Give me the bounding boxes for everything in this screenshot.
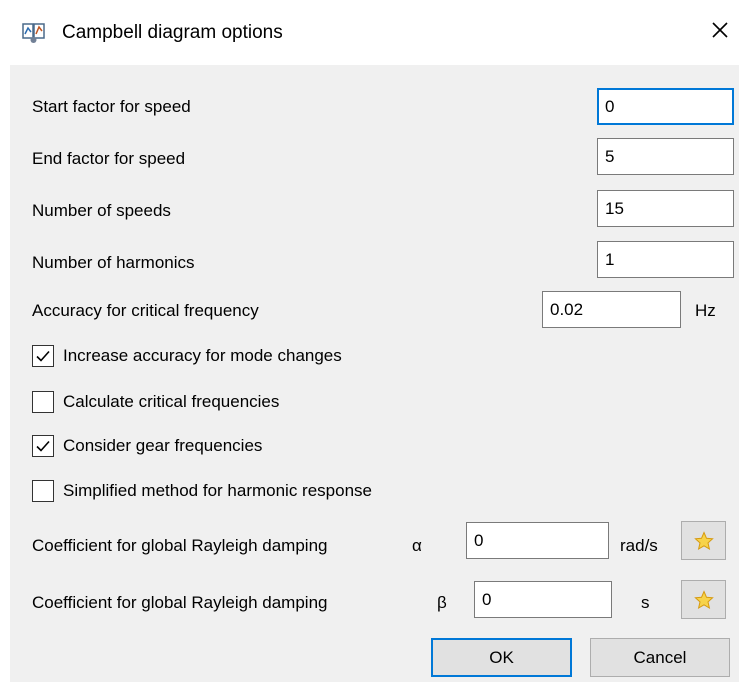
beta-symbol: β [437,593,447,612]
checkmark-icon [36,440,50,452]
damping-alpha-input[interactable] [466,522,609,559]
accuracy-label: Accuracy for critical frequency [32,301,259,320]
accuracy-unit: Hz [695,301,716,320]
damping-beta-label: Coefficient for global Rayleigh damping [32,593,328,612]
checkbox-box[interactable] [32,391,54,413]
consider-gear-label: Consider gear frequencies [63,436,263,455]
number-of-speeds-input[interactable] [597,190,734,227]
damping-alpha-unit: rad/s [620,536,658,555]
calculate-critical-label: Calculate critical frequencies [63,392,280,411]
campbell-options-dialog: Campbell diagram options Start factor fo… [0,0,749,692]
cancel-button[interactable]: Cancel [590,638,730,677]
increase-accuracy-label: Increase accuracy for mode changes [63,346,342,365]
checkbox-box[interactable] [32,480,54,502]
number-of-speeds-label: Number of speeds [32,201,171,220]
star-icon [693,589,714,609]
damping-alpha-label: Coefficient for global Rayleigh damping [32,536,328,555]
damping-alpha-default-button[interactable] [681,521,726,560]
simplified-method-checkbox[interactable]: Simplified method for harmonic response [32,479,372,503]
title-bar: Campbell diagram options [0,0,749,65]
checkbox-box[interactable] [32,435,54,457]
damping-beta-input[interactable] [474,581,612,618]
alpha-symbol: α [412,536,422,555]
end-factor-label: End factor for speed [32,149,186,168]
close-button[interactable] [701,14,739,50]
ok-button[interactable]: OK [431,638,572,677]
start-factor-label: Start factor for speed [32,97,191,116]
damping-beta-default-button[interactable] [681,580,726,619]
number-of-harmonics-label: Number of harmonics [32,253,195,272]
start-factor-input[interactable] [597,88,734,125]
increase-accuracy-checkbox[interactable]: Increase accuracy for mode changes [32,344,342,368]
damping-beta-unit: s [641,593,650,612]
window-title: Campbell diagram options [62,22,283,43]
end-factor-input[interactable] [597,138,734,175]
calculate-critical-checkbox[interactable]: Calculate critical frequencies [32,390,279,414]
checkbox-box[interactable] [32,345,54,367]
close-icon [711,21,729,44]
checkmark-icon [36,350,50,362]
campbell-app-icon [22,22,46,44]
accuracy-input[interactable] [542,291,681,328]
star-icon [693,530,714,550]
consider-gear-checkbox[interactable]: Consider gear frequencies [32,434,262,458]
simplified-method-label: Simplified method for harmonic response [63,481,372,500]
number-of-harmonics-input[interactable] [597,241,734,278]
